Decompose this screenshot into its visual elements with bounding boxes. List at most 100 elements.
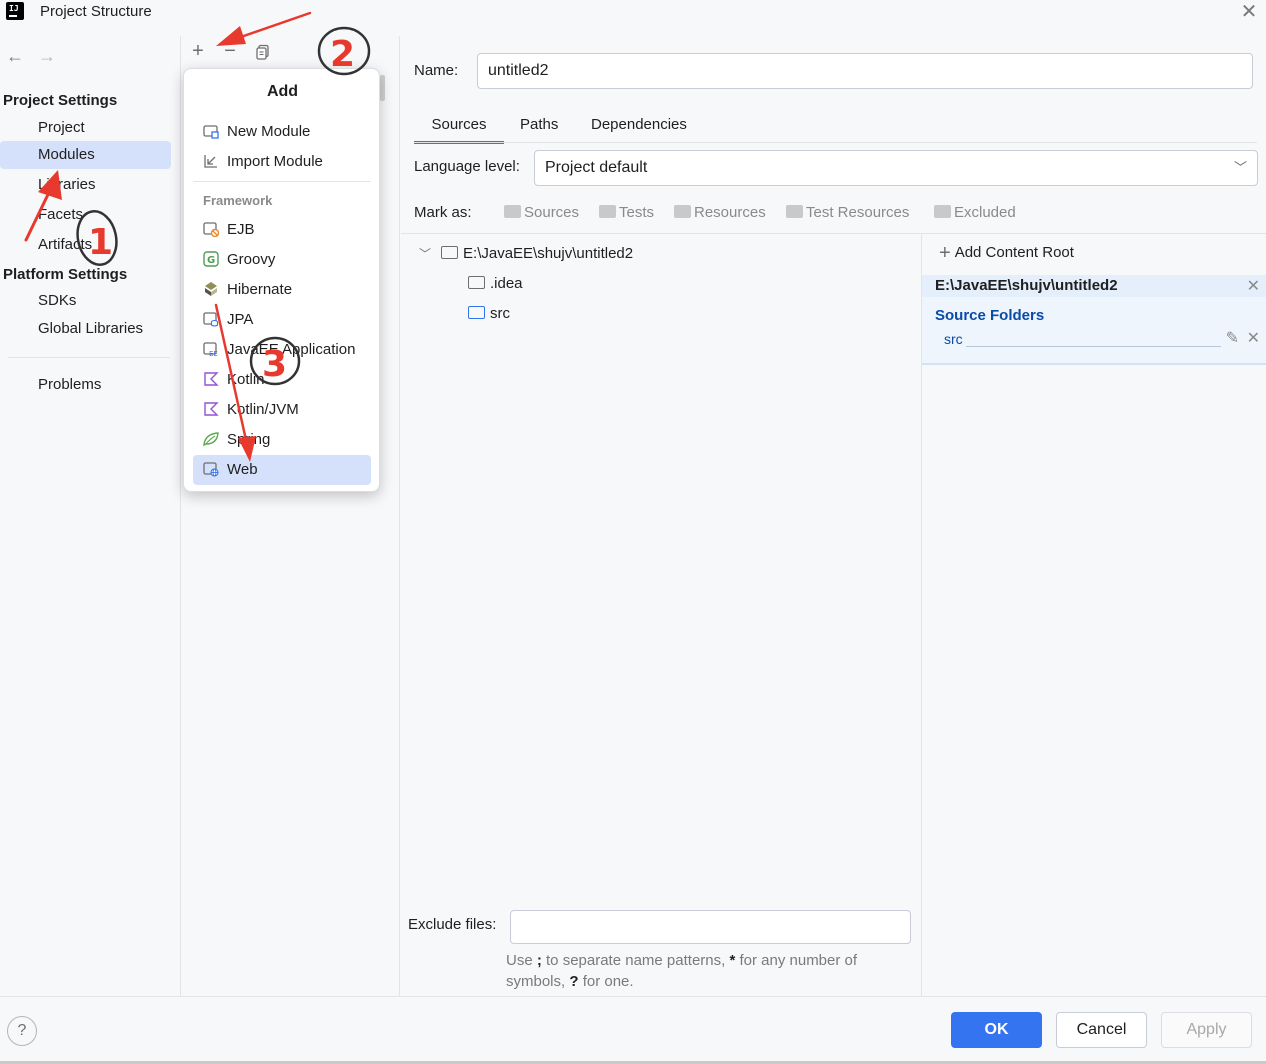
groovy-icon: G	[203, 248, 219, 267]
mark-as-label: Mark as:	[414, 204, 472, 221]
divider	[966, 346, 1221, 347]
folder-icon	[786, 205, 803, 218]
pencil-icon[interactable]: ✎	[1226, 328, 1239, 348]
new-module-icon	[203, 120, 219, 139]
copy-icon[interactable]	[252, 40, 274, 62]
project-settings-header: Project Settings	[3, 92, 118, 109]
import-icon	[203, 150, 219, 168]
menu-item-label: Kotlin	[227, 371, 265, 388]
nav-item-project[interactable]: Project	[0, 114, 171, 142]
javaee-icon: EE	[203, 338, 219, 358]
menu-separator	[193, 181, 371, 182]
menu-item-label: Web	[227, 461, 258, 478]
menu-item-label: Hibernate	[227, 281, 293, 298]
help-button[interactable]: ?	[7, 1016, 37, 1046]
menu-item-javaee-application[interactable]: EE JavaEE Application	[193, 335, 371, 365]
add-content-root-button[interactable]: + Add Content Root	[939, 242, 1074, 265]
folder-icon	[468, 276, 485, 289]
menu-item-import-module[interactable]: Import Module	[193, 147, 371, 177]
ejb-icon	[203, 218, 220, 238]
mark-sources-label: Sources	[524, 204, 580, 221]
web-icon	[203, 458, 219, 477]
tab-dependencies[interactable]: Dependencies	[591, 114, 687, 144]
folder-icon	[504, 205, 521, 218]
title-bar: IJ Project Structure ✕	[0, 0, 1266, 36]
add-content-root-label: Add Content Root	[954, 244, 1074, 261]
tab-paths[interactable]: Paths	[520, 114, 558, 144]
apply-button[interactable]: Apply	[1161, 1012, 1252, 1048]
plus-icon[interactable]: +	[187, 40, 209, 62]
kotlin-icon	[203, 398, 219, 416]
language-level-label: Language level:	[414, 158, 520, 175]
exclude-files-hint: Use ; to separate name patterns, * for a…	[506, 952, 858, 990]
mark-test-resources-label: Test Resources	[806, 204, 910, 221]
content-root-header: E:\JavaEE\shujv\untitled2 ✕	[922, 275, 1266, 297]
module-editor: Name: Sources Paths Dependencies Languag…	[401, 36, 1266, 996]
module-name-input[interactable]	[477, 53, 1253, 89]
tree-root-row[interactable]: ﹀ E:\JavaEE\shujv\untitled2	[419, 241, 633, 271]
menu-item-kotlin[interactable]: Kotlin	[193, 365, 371, 395]
chevron-down-icon[interactable]: ﹀	[419, 247, 431, 261]
add-popup-menu: Add New Module Import Module Framework E…	[183, 68, 380, 492]
nav-item-modules[interactable]: Modules	[0, 141, 171, 169]
nav-item-libraries[interactable]: Libraries	[0, 171, 171, 199]
footer-divider	[0, 996, 1266, 997]
exclude-files-input[interactable]	[510, 910, 911, 944]
menu-item-new-module[interactable]: New Module	[193, 117, 371, 147]
folder-icon	[599, 205, 616, 218]
mark-test-resources-button[interactable]: Test Resources	[786, 204, 909, 221]
tree-item-label: .idea	[490, 275, 523, 292]
plus-icon: +	[939, 242, 951, 264]
folder-icon	[441, 246, 459, 259]
menu-item-label: Groovy	[227, 251, 276, 268]
nav-item-artifacts[interactable]: Artifacts	[0, 231, 171, 259]
menu-item-ejb[interactable]: EJB	[193, 215, 371, 245]
nav-item-problems[interactable]: Problems	[0, 371, 171, 399]
hibernate-icon	[203, 278, 219, 296]
intellij-logo-icon: IJ	[4, 0, 26, 22]
menu-item-web[interactable]: Web	[193, 455, 371, 485]
close-icon[interactable]: ✕	[1247, 328, 1260, 348]
platform-settings-header: Platform Settings	[3, 266, 128, 283]
nav-item-facets[interactable]: Facets	[0, 201, 171, 229]
language-level-select[interactable]: Project default ﹀	[534, 150, 1258, 186]
language-level-value: Project default	[545, 159, 648, 176]
tabs-divider	[414, 142, 1257, 143]
cancel-button[interactable]: Cancel	[1056, 1012, 1147, 1048]
window-title: Project Structure	[40, 3, 152, 20]
menu-item-spring[interactable]: Spring	[193, 425, 371, 455]
content-root-path: E:\JavaEE\shujv\untitled2	[935, 277, 1118, 294]
mark-excluded-label: Excluded	[954, 204, 1016, 221]
menu-item-hibernate[interactable]: Hibernate	[193, 275, 371, 305]
nav-item-sdks[interactable]: SDKs	[0, 287, 171, 315]
name-label: Name:	[414, 62, 459, 79]
menu-item-jpa[interactable]: JPA	[193, 305, 371, 335]
kotlin-icon	[203, 368, 219, 386]
folder-icon	[674, 205, 691, 218]
tree-item-src[interactable]: src	[468, 301, 510, 331]
mark-resources-button[interactable]: Resources	[674, 204, 766, 221]
arrow-right-icon[interactable]: →	[38, 46, 56, 67]
menu-item-kotlin-jvm[interactable]: Kotlin/JVM	[193, 395, 371, 425]
source-folders-title: Source Folders	[935, 307, 1045, 324]
spring-leaf-icon	[203, 428, 219, 447]
mark-excluded-button[interactable]: Excluded	[934, 204, 1016, 221]
source-folders-block: Source Folders src ✎ ✕	[922, 297, 1266, 365]
minus-icon[interactable]: −	[219, 40, 241, 62]
menu-item-label: EJB	[227, 221, 255, 238]
arrow-left-icon[interactable]: ←	[6, 46, 24, 67]
ok-button[interactable]: OK	[951, 1012, 1042, 1048]
jpa-icon	[203, 308, 219, 327]
tab-sources[interactable]: Sources	[414, 114, 504, 144]
tree-item-idea[interactable]: .idea	[468, 271, 523, 301]
svg-text:G: G	[207, 255, 215, 266]
close-window-icon[interactable]: ✕	[1238, 1, 1260, 23]
menu-item-label: New Module	[227, 123, 311, 140]
tree-item-label: src	[490, 305, 510, 322]
nav-item-global-libraries[interactable]: Global Libraries	[0, 315, 171, 343]
mark-sources-button[interactable]: Sources	[504, 204, 579, 221]
mark-tests-button[interactable]: Tests	[599, 204, 654, 221]
menu-item-groovy[interactable]: G Groovy	[193, 245, 371, 275]
chevron-down-icon: ﹀	[1233, 160, 1247, 175]
remove-root-icon[interactable]: ✕	[1247, 276, 1260, 296]
